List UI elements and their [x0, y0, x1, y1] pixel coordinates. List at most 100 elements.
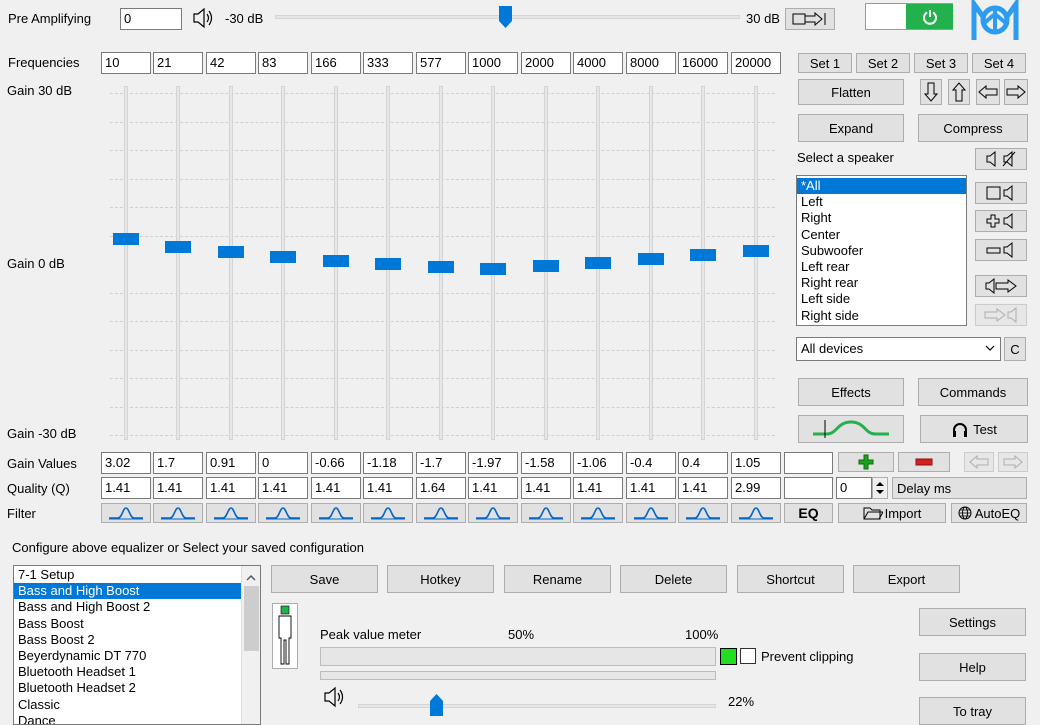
band-slider-thumb[interactable] — [690, 248, 716, 261]
frequency-input[interactable]: 1000 — [468, 52, 518, 74]
delete-button[interactable]: Delete — [620, 565, 727, 593]
config-list-item[interactable]: Bass Boost — [14, 616, 242, 632]
delay-unit-button[interactable]: Delay ms — [892, 477, 1027, 499]
volume-slider-thumb[interactable] — [430, 694, 444, 716]
speaker-list-item[interactable]: *All — [797, 178, 966, 195]
rename-button[interactable]: Rename — [504, 565, 611, 593]
frequency-input[interactable]: 21 — [153, 52, 203, 74]
band-slider-thumb[interactable] — [743, 244, 769, 257]
delay-spinner[interactable] — [872, 477, 888, 499]
gain-value-input[interactable]: 0.4 — [678, 452, 728, 474]
config-list-item[interactable]: Beyerdynamic DT 770 — [14, 648, 242, 664]
arrow-up-button[interactable] — [948, 79, 970, 105]
frequency-input[interactable]: 4000 — [573, 52, 623, 74]
quality-input[interactable]: 1.41 — [153, 477, 203, 499]
gain-value-input[interactable]: -0.66 — [311, 452, 361, 474]
gain-value-input[interactable]: -1.97 — [468, 452, 518, 474]
speaker-list-item[interactable]: Right side — [797, 308, 966, 324]
power-toggle[interactable] — [865, 3, 953, 30]
band-slider-thumb[interactable] — [375, 257, 401, 270]
band-slider-track[interactable] — [281, 86, 285, 440]
band-slider-thumb[interactable] — [165, 240, 191, 253]
speaker-list-item[interactable]: Right — [797, 210, 966, 226]
band-slider-thumb[interactable] — [323, 254, 349, 267]
quality-input[interactable]: 1.41 — [468, 477, 518, 499]
gain-value-input[interactable]: 3.02 — [101, 452, 151, 474]
filter-type-button[interactable] — [311, 503, 361, 523]
config-list-item[interactable]: Bass and High Boost — [14, 583, 242, 600]
quality-input[interactable]: 1.41 — [311, 477, 361, 499]
filter-type-button[interactable] — [416, 503, 466, 523]
arrow-right-button[interactable] — [1004, 79, 1028, 105]
frequency-input[interactable]: 83 — [258, 52, 308, 74]
shortcut-button[interactable]: Shortcut — [737, 565, 844, 593]
delay-input[interactable]: 0 — [836, 477, 872, 499]
band-slider-thumb[interactable] — [480, 262, 506, 275]
band-slider-track[interactable] — [124, 86, 128, 440]
gain-value-input[interactable]: -1.58 — [521, 452, 571, 474]
import-button[interactable]: Import — [838, 503, 946, 523]
test-button[interactable]: Test — [920, 415, 1028, 443]
config-scrollbar[interactable] — [241, 566, 260, 724]
band-slider-thumb[interactable] — [638, 253, 664, 266]
speaker-list-item[interactable]: Left side — [797, 291, 966, 307]
gain-value-input[interactable]: 0 — [258, 452, 308, 474]
commands-button[interactable]: Commands — [918, 378, 1028, 406]
quality-input[interactable]: 1.41 — [573, 477, 623, 499]
speaker-list-item[interactable]: Left rear — [797, 259, 966, 275]
band-right-button[interactable] — [998, 452, 1028, 472]
band-slider-track[interactable] — [701, 86, 705, 440]
config-list[interactable]: 7-1 Setup Bass and High Boost Bass and Hig… — [13, 565, 261, 725]
expand-panel-button[interactable] — [785, 8, 835, 30]
frequency-input[interactable]: 42 — [206, 52, 256, 74]
quality-input[interactable]: 1.41 — [363, 477, 413, 499]
config-scrollbar-thumb[interactable] — [244, 586, 259, 651]
config-list-item[interactable]: Classic — [14, 697, 242, 713]
quality-input[interactable]: 1.41 — [678, 477, 728, 499]
set3-button[interactable]: Set 3 — [914, 53, 968, 73]
save-button[interactable]: Save — [271, 565, 378, 593]
filter-type-button[interactable] — [101, 503, 151, 523]
help-button[interactable]: Help — [919, 653, 1026, 681]
gain-value-input[interactable]: -1.18 — [363, 452, 413, 474]
to-tray-button[interactable]: To tray — [919, 697, 1026, 725]
arrow-down-button[interactable] — [920, 79, 942, 105]
speaker-box-button[interactable] — [975, 182, 1027, 204]
band-slider-thumb[interactable] — [585, 257, 611, 270]
speaker-minus-button[interactable] — [975, 239, 1027, 261]
volume-icon[interactable] — [323, 685, 345, 712]
gain-value-input[interactable]: 1.7 — [153, 452, 203, 474]
effects-button[interactable]: Effects — [798, 378, 904, 406]
flatten-button[interactable]: Flatten — [798, 79, 904, 105]
frequency-input[interactable]: 2000 — [521, 52, 571, 74]
quality-input[interactable]: 1.41 — [206, 477, 256, 499]
frequency-input[interactable]: 166 — [311, 52, 361, 74]
device-c-button[interactable]: C — [1004, 337, 1026, 361]
gain-value-input[interactable]: -1.06 — [573, 452, 623, 474]
band-slider-thumb[interactable] — [113, 233, 139, 246]
quality-input[interactable]: 1.64 — [416, 477, 466, 499]
gain-value-input[interactable]: 1.05 — [731, 452, 781, 474]
band-slider-thumb[interactable] — [533, 260, 559, 273]
band-slider-track[interactable] — [176, 86, 180, 440]
preamp-slider-thumb[interactable] — [499, 6, 512, 28]
set4-button[interactable]: Set 4 — [972, 53, 1026, 73]
speaker-list-item[interactable]: Left — [797, 194, 966, 210]
band-slider-thumb[interactable] — [428, 261, 454, 274]
extra-quality-input[interactable] — [784, 477, 833, 499]
band-slider-thumb[interactable] — [218, 245, 244, 258]
add-band-button[interactable] — [838, 452, 894, 472]
filter-type-button[interactable] — [626, 503, 676, 523]
frequency-input[interactable]: 8000 — [626, 52, 676, 74]
speaker-plus-button[interactable] — [975, 210, 1027, 232]
volume-slider-track[interactable] — [358, 704, 716, 708]
filter-type-button[interactable] — [206, 503, 256, 523]
extra-gain-input[interactable] — [784, 452, 833, 474]
filter-type-button[interactable] — [468, 503, 518, 523]
band-slider-track[interactable] — [754, 86, 758, 440]
speaker-list-item[interactable]: Subwoofer — [797, 243, 966, 259]
gain-value-input[interactable]: -0.4 — [626, 452, 676, 474]
speaker-volume-icon[interactable] — [192, 6, 214, 33]
quality-input[interactable]: 2.99 — [731, 477, 781, 499]
arrow-left-button[interactable] — [976, 79, 1000, 105]
